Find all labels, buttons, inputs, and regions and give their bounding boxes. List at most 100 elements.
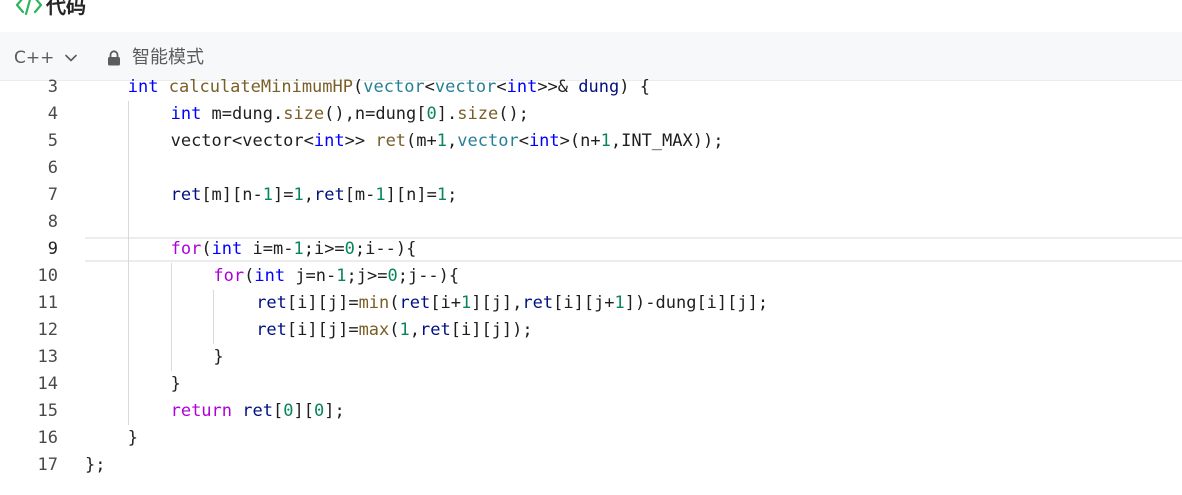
code-token: [i][j]= <box>286 293 359 313</box>
code-token: < <box>496 77 507 97</box>
code-line[interactable]: return ret[0][0]; <box>171 398 345 425</box>
code-token: ret <box>399 293 431 313</box>
code-token: ][j], <box>471 293 523 313</box>
code-line[interactable]: for(int i=m-1;i>=0;i--){ <box>171 236 417 263</box>
code-token: 1 <box>336 266 347 286</box>
code-token: vector <box>434 77 497 97</box>
code-token: return <box>170 401 233 421</box>
line-number: 5 <box>47 131 58 151</box>
code-token: 1 <box>614 293 625 313</box>
code-token: size <box>283 104 325 124</box>
code-token: ]; <box>324 401 345 421</box>
code-token: int <box>211 239 243 259</box>
code-token: >> <box>344 131 376 151</box>
code-token: ][n]= <box>385 185 437 205</box>
line-number: 12 <box>37 320 58 340</box>
chevron-down-icon <box>65 54 78 62</box>
smart-mode-label: 智能模式 <box>132 47 204 68</box>
code-token: 1 <box>600 131 611 151</box>
code-token: ret <box>420 320 451 340</box>
code-token: 0 <box>283 401 294 421</box>
code-line[interactable]: }; <box>85 452 105 479</box>
code-token: 0 <box>426 104 437 124</box>
code-token: int <box>506 77 538 97</box>
line-number: 7 <box>47 185 58 205</box>
code-token: ;i--){ <box>354 239 417 259</box>
code-token: vector<vector< <box>170 131 314 151</box>
line-number: 4 <box>47 104 58 124</box>
code-token: ,INT_MAX)); <box>610 131 724 151</box>
code-token: ;j--){ <box>397 266 460 286</box>
code-token: , <box>409 320 421 340</box>
indent-guide <box>127 101 129 425</box>
line-number: 9 <box>47 239 58 259</box>
line-number: 15 <box>37 401 58 421</box>
smart-mode-toggle[interactable]: 智能模式 <box>107 46 204 70</box>
code-token: 0 <box>344 239 355 259</box>
indent-guide <box>213 290 215 344</box>
code-token: for <box>170 239 202 259</box>
code-line[interactable]: ret[i][j]=min(ret[i+1][j],ret[i][j+1])-d… <box>256 290 768 317</box>
code-token: (); <box>498 104 529 124</box>
code-token: ( <box>353 77 364 97</box>
code-editor[interactable]: 3 4 5 6 7 8 9 10 11 12 13 14 15 16 17 int calculateMin… <box>0 77 1182 495</box>
code-token: int <box>528 131 560 151</box>
code-token: ( <box>201 239 212 259</box>
code-token: max <box>358 320 390 340</box>
code-token: 1 <box>293 185 304 205</box>
panel-header: 代码 <box>0 0 1182 32</box>
code-token: min <box>358 293 390 313</box>
code-token: for <box>213 266 245 286</box>
code-token: ; <box>447 185 458 205</box>
code-token: ])-dung[i][j]; <box>624 293 769 313</box>
line-number: 17 <box>37 455 58 475</box>
code-token: [m- <box>344 185 376 205</box>
code-line[interactable]: } <box>171 371 181 398</box>
code-token: ret <box>170 185 202 205</box>
code-token: 0 <box>387 266 398 286</box>
panel-title: 代码 <box>46 0 86 18</box>
code-line[interactable]: vector<vector<int>> ret(m+1,vector<int>(… <box>171 128 724 155</box>
code-token: } <box>127 428 139 448</box>
line-number: 3 <box>47 77 58 97</box>
code-line[interactable]: } <box>213 344 223 371</box>
code-token: int <box>170 104 202 124</box>
language-select[interactable]: C++ <box>14 46 78 70</box>
code-token: }; <box>85 455 106 475</box>
line-number: 8 <box>47 212 58 232</box>
code-token: 1 <box>399 320 410 340</box>
code-token: ret <box>375 131 407 151</box>
code-token: [i][j]= <box>286 320 359 340</box>
code-token: } <box>213 347 224 367</box>
code-icon <box>15 0 43 16</box>
line-number: 13 <box>37 347 58 367</box>
code-line[interactable]: } <box>128 425 138 452</box>
code-token: int <box>254 266 286 286</box>
code-token: , <box>303 185 314 205</box>
line-number: 14 <box>37 374 58 394</box>
code-token: ( <box>389 320 400 340</box>
code-token: 1 <box>460 293 472 313</box>
code-line[interactable]: ret[m][n-1]=1,ret[m-1][n]=1; <box>171 182 458 209</box>
code-token: ) { <box>619 77 650 97</box>
code-line[interactable]: for(int j=n-1;j>=0;j--){ <box>213 263 459 290</box>
code-token: ret <box>313 185 345 205</box>
language-label: C++ <box>14 48 55 68</box>
code-token: ret <box>256 293 287 313</box>
code-token: m=dung. <box>201 104 284 124</box>
code-line[interactable]: int calculateMinimumHP(vector<vector<int… <box>128 74 650 101</box>
code-token: i=m- <box>242 239 294 259</box>
code-token: (m+ <box>406 131 437 151</box>
code-token: >>& <box>537 77 579 97</box>
code-line[interactable]: int m=dung.size(),n=dung[0].size(); <box>171 101 529 128</box>
code-token: < <box>424 77 435 97</box>
line-number: 16 <box>37 428 58 448</box>
code-token: ret <box>256 320 287 340</box>
code-token: ret <box>522 293 554 313</box>
code-line[interactable]: ret[i][j]=max(1,ret[i][j]); <box>256 317 532 344</box>
code-token: 1 <box>375 185 386 205</box>
code-token: ret <box>242 401 273 421</box>
line-number: 6 <box>47 158 58 178</box>
code-token: [i+ <box>430 293 461 313</box>
